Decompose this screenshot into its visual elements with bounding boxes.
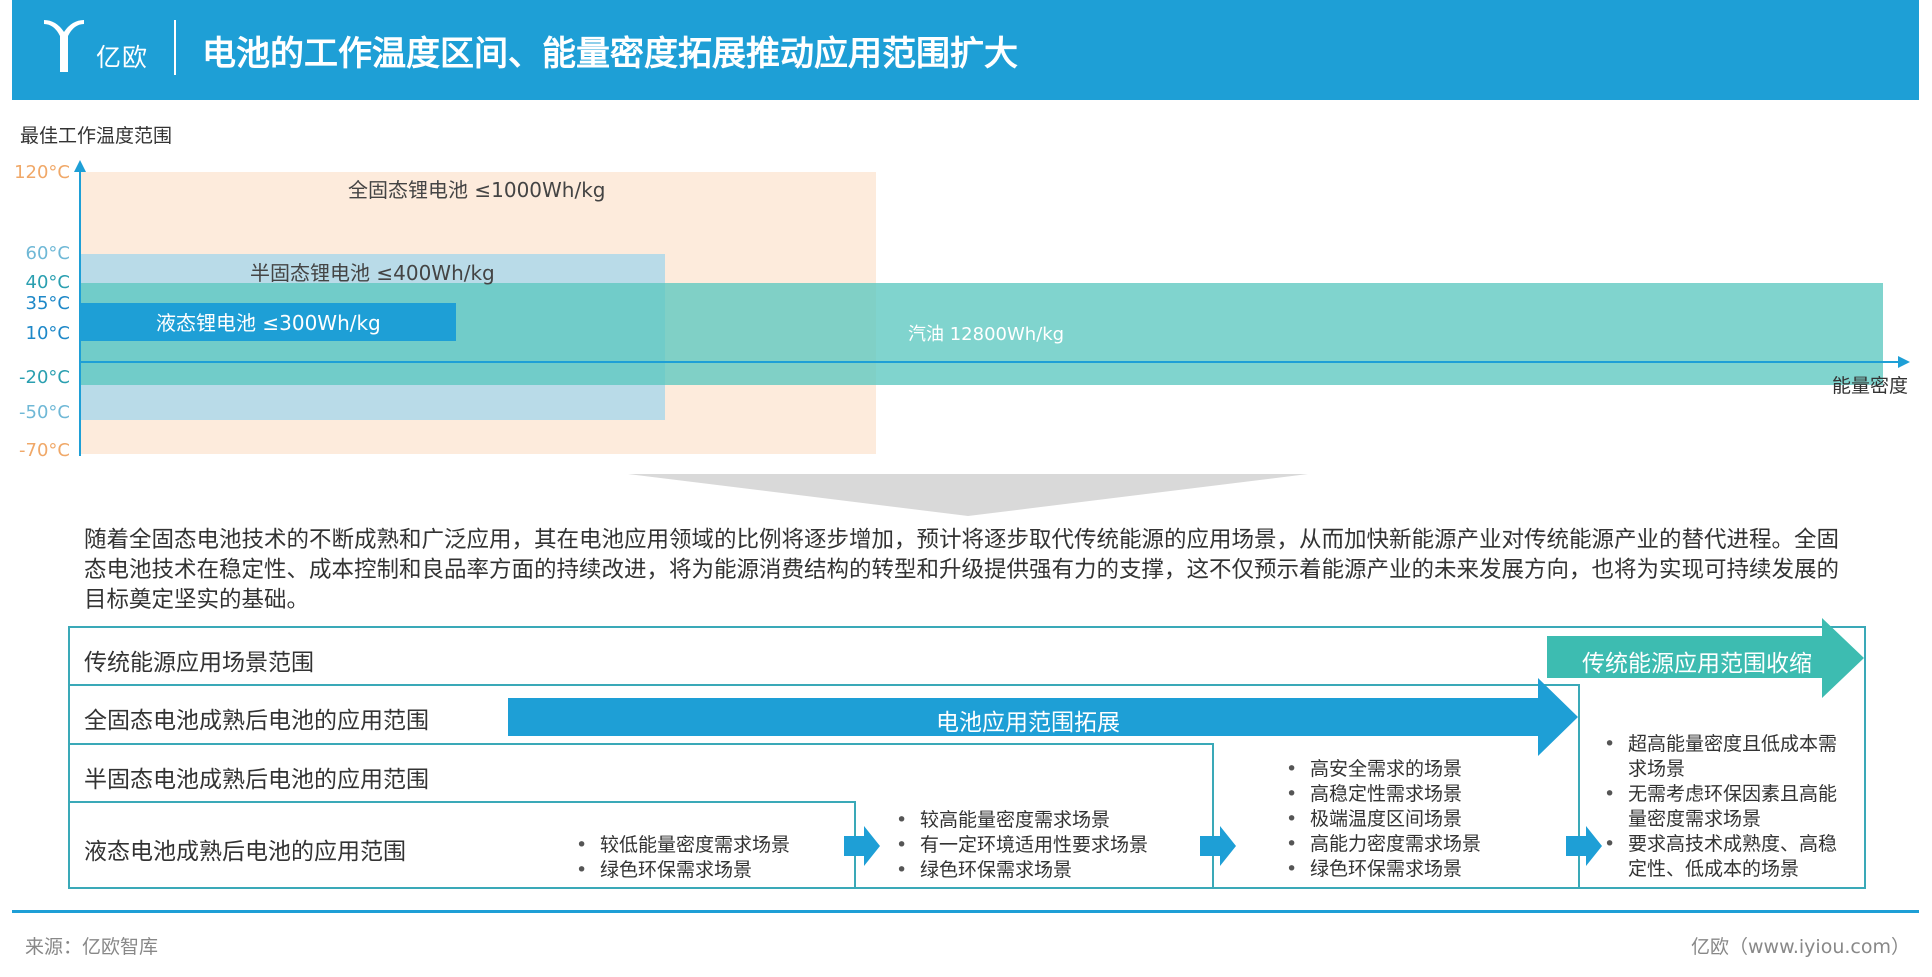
column-divider [1212,743,1214,889]
scenario-item: 要求高技术成熟度、高稳定性、低成本的场景 [1600,832,1846,882]
scenario-item: 绿色环保需求场景 [892,858,1202,883]
series-label-gasoline: 汽油 12800Wh/kg [908,324,1064,345]
scenario-item: 较低能量密度需求场景 [572,833,842,858]
y-axis-arrow-icon [74,160,86,172]
footer-site: 亿欧（www.iyiou.com） [1690,936,1910,958]
summary-paragraph: 随着全固态电池技术的不断成熟和广泛应用，其在电池应用领域的比例将逐步增加，预计将… [84,527,1840,613]
scenario-item: 超高能量密度且低成本需求场景 [1600,732,1846,782]
scenario-item: 绿色环保需求场景 [1282,857,1552,882]
x-axis-arrow-icon [1898,356,1910,368]
row-label-semi-solid-state: 半固态电池成熟后电池的应用范围 [84,767,429,793]
scenario-item: 有一定环境适用性要求场景 [892,833,1202,858]
scenario-list-liquid: 较低能量密度需求场景绿色环保需求场景 [572,833,842,883]
scenario-item: 无需考虑环保因素且高能量密度需求场景 [1600,782,1846,832]
y-tick-label: 35°C [26,293,70,314]
y-tick-label: -20°C [19,367,70,388]
y-tick-label: -70°C [19,440,70,461]
page-title: 电池的工作温度区间、能量密度拓展推动应用范围扩大 [202,34,1018,74]
scenario-item: 绿色环保需求场景 [572,858,842,883]
series-label-liquid: 液态锂电池 ≤300Wh/kg [156,311,381,335]
row-divider [68,801,856,803]
yiou-logo-icon [44,20,84,72]
scenario-item: 高安全需求的场景 [1282,757,1552,782]
row-label-traditional-energy: 传统能源应用场景范围 [84,650,314,676]
arrow-label-shrink: 传统能源应用范围收缩 [1582,651,1812,677]
y-tick-labels: 120°C 60°C 40°C35°C 10°C -20°C -50°C -70°C [14,162,70,461]
scenario-list-semi-solid: 较高能量密度需求场景有一定环境适用性要求场景绿色环保需求场景 [892,808,1202,883]
x-axis-title: 能量密度 [1832,375,1908,397]
series-label-all-solid-state: 全固态锂电池 ≤1000Wh/kg [348,178,605,202]
y-tick-label: 40°C [26,272,70,293]
y-tick-label: 60°C [26,243,70,264]
y-tick-label: 120°C [14,162,70,183]
series-label-semi-solid-state: 半固态锂电池 ≤400Wh/kg [250,261,495,285]
small-right-arrow-icon [1566,826,1602,866]
scenario-item: 极端温度区间场景 [1282,807,1552,832]
temperature-energy-chart: 最佳工作温度范围 全固态锂电池 ≤1000Wh/kg 半固态锂电池 ≤400Wh… [14,125,1910,516]
footer-source: 来源：亿欧智库 [25,936,159,958]
small-right-arrow-icon [844,826,880,866]
scenario-item: 较高能量密度需求场景 [892,808,1202,833]
scenario-list-all-solid: 高安全需求的场景高稳定性需求场景极端温度区间场景高能力密度需求场景绿色环保需求场… [1282,757,1552,882]
row-label-liquid: 液态电池成熟后电池的应用范围 [84,839,406,865]
small-right-arrow-icon [1200,826,1236,866]
row-label-all-solid-state: 全固态电池成熟后电池的应用范围 [84,708,429,734]
scenario-list-traditional-replacement: 超高能量密度且低成本需求场景无需考虑环保因素且高能量密度需求场景要求高技术成熟度… [1600,732,1846,882]
logo-text: 亿欧 [96,43,149,72]
header-bar: 亿欧 电池的工作温度区间、能量密度拓展推动应用范围扩大 [12,0,1919,100]
y-tick-label: -50°C [19,402,70,423]
y-tick-label: 10°C [26,323,70,344]
header-divider [174,20,176,75]
arrow-label-expansion: 电池应用范围拓展 [936,710,1120,736]
y-axis-title: 最佳工作温度范围 [20,125,172,147]
scenario-item: 高稳定性需求场景 [1282,782,1552,807]
scenario-item: 高能力密度需求场景 [1282,832,1552,857]
down-arrow-shape [628,474,1308,516]
footer-divider [12,910,1919,913]
